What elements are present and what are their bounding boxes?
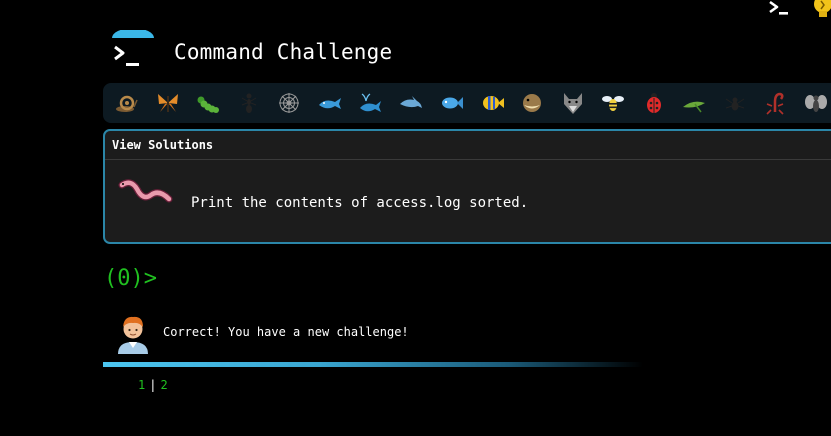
view-solutions-link[interactable]: View Solutions bbox=[105, 131, 831, 160]
spider-web-icon[interactable] bbox=[269, 83, 310, 123]
progress-divider bbox=[103, 362, 643, 367]
scorpion-icon[interactable] bbox=[755, 83, 796, 123]
feedback-message: Correct! You have a new challenge! bbox=[163, 325, 409, 339]
lightbulb-icon[interactable] bbox=[805, 0, 831, 22]
pagination: 1 | 2 bbox=[138, 378, 168, 392]
butterfly-icon[interactable] bbox=[148, 83, 189, 123]
challenge-text: Print the contents of access.log sorted. bbox=[191, 195, 529, 211]
cricket-icon[interactable] bbox=[674, 83, 715, 123]
caterpillar-icon[interactable] bbox=[188, 83, 229, 123]
page-title: Command Challenge bbox=[174, 40, 393, 64]
challenge-panel: View Solutions Print the contents of acc… bbox=[103, 129, 831, 244]
whale-icon[interactable] bbox=[310, 83, 351, 123]
page-separator: | bbox=[149, 378, 157, 392]
fish-icon[interactable] bbox=[431, 83, 472, 123]
person-avatar-icon bbox=[116, 312, 150, 354]
wolf-icon[interactable] bbox=[553, 83, 594, 123]
ladybug-icon[interactable] bbox=[634, 83, 675, 123]
blowfish-icon[interactable] bbox=[512, 83, 553, 123]
dolphin-icon[interactable] bbox=[391, 83, 432, 123]
logo-icon bbox=[110, 28, 156, 72]
spider-icon[interactable] bbox=[715, 83, 756, 123]
bee-icon[interactable] bbox=[593, 83, 634, 123]
page-link-2[interactable]: 2 bbox=[160, 378, 167, 392]
snail-icon[interactable] bbox=[107, 83, 148, 123]
worm-icon bbox=[117, 177, 175, 213]
page-link-1[interactable]: 1 bbox=[138, 378, 145, 392]
tropical-fish-icon[interactable] bbox=[472, 83, 513, 123]
ant-icon[interactable] bbox=[229, 83, 270, 123]
command-prompt[interactable]: (0)> bbox=[104, 266, 157, 291]
terminal-icon[interactable] bbox=[768, 0, 790, 16]
fly-icon[interactable] bbox=[796, 83, 831, 123]
critter-bar bbox=[103, 83, 831, 123]
spouting-whale-icon[interactable] bbox=[350, 83, 391, 123]
